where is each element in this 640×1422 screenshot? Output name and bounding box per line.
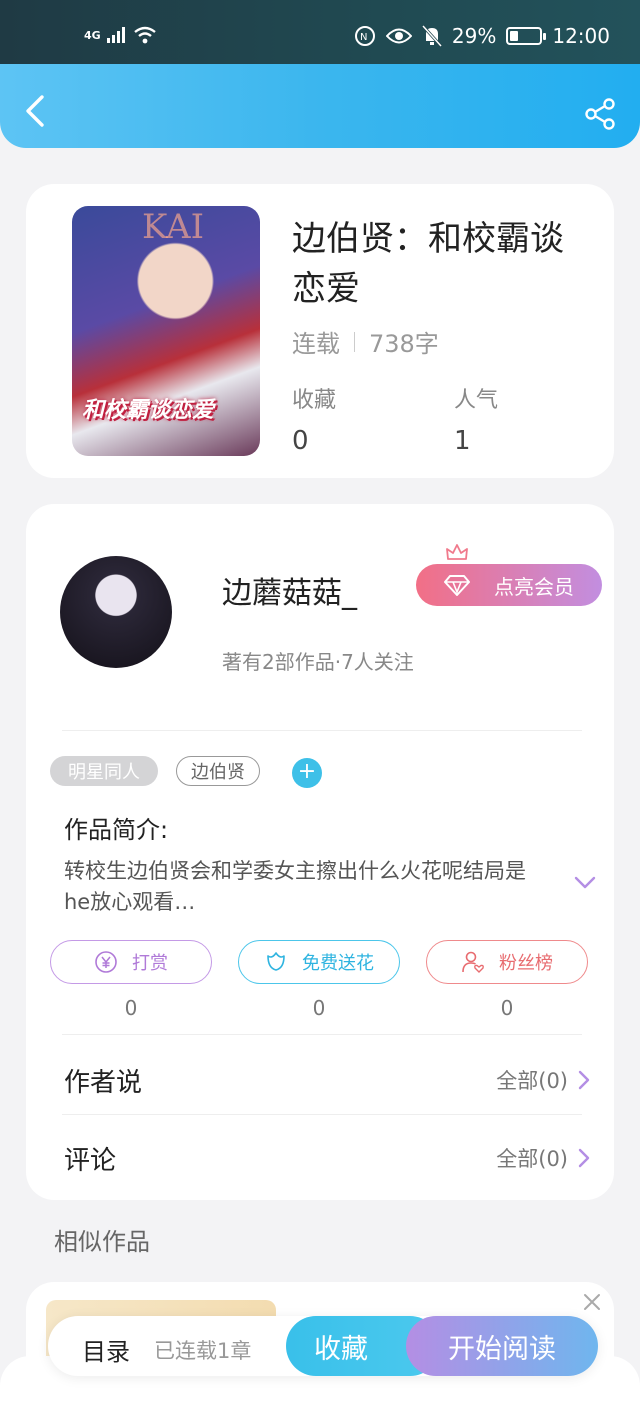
fans-label: 粉丝榜: [499, 953, 553, 974]
fans-count: 0: [500, 996, 514, 1020]
crown-icon: [446, 544, 468, 560]
divider: [62, 730, 582, 731]
top-header: [0, 64, 640, 148]
book-meta: 连载 738字: [292, 324, 439, 359]
favorites-stat: 收藏 0: [292, 382, 336, 456]
mute-bell-icon: [421, 25, 442, 47]
battery-icon: [506, 27, 547, 45]
author-says-label: 作者说: [64, 1067, 143, 1098]
start-reading-button[interactable]: 开始阅读: [406, 1316, 598, 1376]
reward-label: 打赏: [132, 953, 168, 974]
chapter-count: 已连载1章: [154, 1339, 252, 1363]
author-says-count: 全部(0): [496, 1069, 568, 1093]
bottom-action-bar: 目录 已连载1章 收藏 开始阅读: [48, 1316, 598, 1376]
comments-label: 评论: [64, 1145, 117, 1176]
intro-heading: 作品简介:: [64, 816, 169, 844]
vip-label: 点亮会员: [494, 574, 574, 599]
toc-button[interactable]: 目录: [82, 1332, 130, 1367]
user-heart-icon: [462, 951, 484, 973]
signal-area: 4G: [84, 26, 157, 44]
reward-button[interactable]: 打赏: [50, 940, 212, 984]
reward-count: 0: [124, 996, 138, 1020]
chevron-right-icon: [578, 1070, 590, 1090]
battery-percent: 29%: [451, 24, 497, 48]
popularity-value: 1: [454, 426, 471, 456]
author-says-row[interactable]: 作者说 全部(0): [64, 1060, 590, 1100]
flower-count: 0: [312, 996, 326, 1020]
yuan-coin-icon: [95, 951, 117, 973]
add-tag-button[interactable]: +: [292, 758, 322, 788]
send-flower-button[interactable]: 免费送花: [238, 940, 400, 984]
book-info-card: KAI 和校霸谈恋爱 边伯贤：和校霸谈恋爱 连载 738字 收藏 0 人气 1: [26, 184, 614, 478]
divider: [62, 1034, 582, 1035]
svg-text:N: N: [360, 32, 367, 43]
author-avatar[interactable]: [60, 556, 172, 668]
intro-text[interactable]: 转校生边伯贤会和学委女主擦出什么火花呢结局是he放心观看…: [64, 856, 534, 918]
cover-title-text: 和校霸谈恋爱: [82, 398, 215, 423]
close-icon[interactable]: [582, 1292, 602, 1312]
back-arrow-icon[interactable]: [22, 94, 48, 128]
author-detail-card: 边蘑菇菇_ 著有2部作品·7人关注 点亮会员 明星同人 边伯贤 + 作品简介: …: [26, 504, 614, 1200]
cover-background-text: KAI: [142, 207, 205, 247]
nfc-icon: N: [354, 26, 375, 46]
flower-label: 免费送花: [302, 953, 374, 974]
status-right: N 29% 12:00: [354, 24, 610, 48]
favorites-label: 收藏: [292, 388, 337, 413]
fans-ranking-button[interactable]: 粉丝榜: [426, 940, 588, 984]
comments-count: 全部(0): [496, 1147, 568, 1171]
share-icon[interactable]: [584, 98, 616, 130]
signal-icon: [106, 27, 125, 43]
favorites-value: 0: [292, 426, 309, 456]
tag-character[interactable]: 边伯贤: [176, 756, 260, 786]
diamond-icon: [444, 575, 470, 596]
author-stats: 著有2部作品·7人关注: [222, 650, 414, 674]
book-title: 边伯贤：和校霸谈恋爱: [292, 219, 564, 309]
chevron-right-icon: [578, 1148, 590, 1168]
popularity-label: 人气: [454, 388, 499, 413]
wifi-icon: [133, 26, 156, 44]
meta-divider: [354, 331, 355, 352]
vip-button[interactable]: 点亮会员: [416, 564, 602, 606]
comments-row[interactable]: 评论 全部(0): [64, 1138, 590, 1178]
battery-fill: [510, 31, 519, 41]
network-label: 4G: [84, 28, 101, 42]
comments-link[interactable]: 全部(0): [496, 1143, 590, 1173]
similar-works-heading: 相似作品: [54, 1228, 150, 1256]
divider: [62, 1114, 582, 1115]
tag-category[interactable]: 明星同人: [50, 756, 158, 786]
flower-icon: [267, 952, 285, 971]
book-status: 连载: [292, 330, 340, 358]
book-cover[interactable]: KAI 和校霸谈恋爱: [72, 206, 260, 456]
author-name[interactable]: 边蘑菇菇_: [222, 568, 357, 612]
chevron-down-icon[interactable]: [574, 876, 596, 890]
eye-icon: [385, 28, 412, 44]
status-bar: 4G N 29% 12:00: [0, 0, 640, 64]
popularity-stat: 人气 1: [454, 382, 498, 456]
author-says-link[interactable]: 全部(0): [496, 1065, 590, 1095]
clock: 12:00: [552, 24, 610, 48]
word-count: 738字: [369, 330, 439, 358]
